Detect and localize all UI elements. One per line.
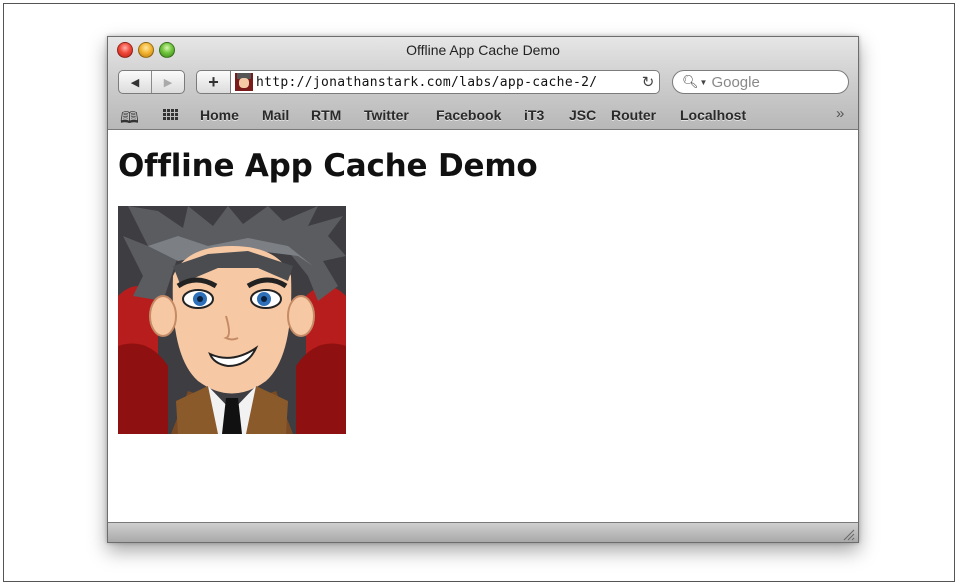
top-sites-grid-icon[interactable] bbox=[163, 109, 178, 121]
search-icon: 🔍︎ bbox=[682, 74, 699, 89]
bookmark-rtm[interactable]: RTM bbox=[311, 107, 341, 123]
search-menu-caret-icon[interactable]: ▼ bbox=[700, 78, 708, 87]
search-field[interactable]: 🔍︎ ▼ Google bbox=[672, 70, 849, 94]
window-title: Offline App Cache Demo bbox=[406, 42, 560, 58]
address-bar[interactable]: http://jonathanstark.com/labs/app-cache-… bbox=[230, 70, 660, 94]
bookmark-facebook[interactable]: Facebook bbox=[436, 107, 501, 123]
forward-button[interactable]: ▶ bbox=[151, 71, 184, 93]
bookmark-localhost[interactable]: Localhost bbox=[680, 107, 746, 123]
bookmark-jsc[interactable]: JSC bbox=[569, 107, 596, 123]
search-placeholder: Google bbox=[711, 73, 760, 91]
back-arrow-icon: ◀ bbox=[130, 76, 140, 89]
page-title: Offline App Cache Demo bbox=[118, 148, 538, 184]
bookmark-router[interactable]: Router bbox=[611, 107, 656, 123]
back-button[interactable]: ◀ bbox=[119, 71, 151, 93]
navigation-buttons: ◀ ▶ bbox=[118, 70, 185, 94]
bookmark-twitter[interactable]: Twitter bbox=[364, 107, 409, 123]
forward-arrow-icon: ▶ bbox=[163, 76, 173, 89]
url-text[interactable]: http://jonathanstark.com/labs/app-cache-… bbox=[256, 75, 637, 90]
bookmark-it3[interactable]: iT3 bbox=[524, 107, 544, 123]
browser-window: Offline App Cache Demo ◀ ▶ + http://jona… bbox=[107, 36, 859, 543]
add-bookmark-button[interactable]: + bbox=[196, 70, 230, 94]
more-bookmarks-chevron-icon[interactable]: » bbox=[836, 105, 844, 122]
resize-grip-icon[interactable] bbox=[843, 529, 855, 541]
reload-icon[interactable]: ↻ bbox=[637, 73, 659, 91]
page-content: Offline App Cache Demo bbox=[108, 130, 858, 522]
bookmarks-bar: 🕮 Home Mail RTM Twitter Facebook iT3 JSC… bbox=[108, 103, 858, 127]
bookmark-home[interactable]: Home bbox=[200, 107, 239, 123]
cartoon-avatar-image bbox=[118, 206, 346, 434]
site-favicon-icon bbox=[235, 73, 253, 91]
status-bar bbox=[108, 522, 858, 542]
bookmark-mail[interactable]: Mail bbox=[262, 107, 289, 123]
browser-toolbar: Offline App Cache Demo ◀ ▶ + http://jona… bbox=[108, 37, 858, 130]
